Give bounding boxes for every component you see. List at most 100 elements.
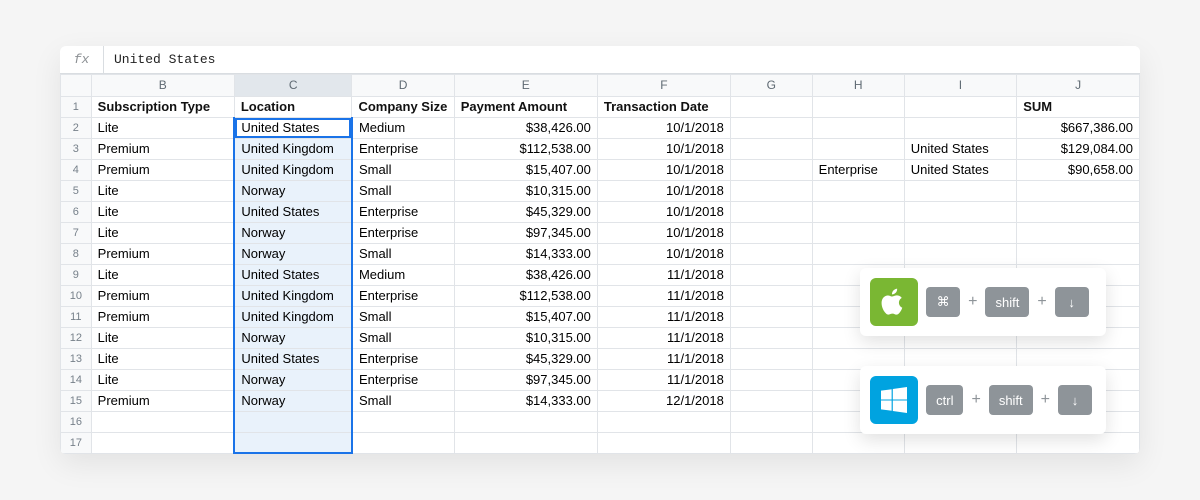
cell[interactable]: Lite — [91, 348, 234, 369]
cell[interactable]: United States — [904, 138, 1017, 159]
cell[interactable] — [812, 138, 904, 159]
cell[interactable]: Norway — [234, 222, 352, 243]
cell[interactable]: Small — [352, 180, 454, 201]
cell[interactable]: Premium — [91, 138, 234, 159]
cell[interactable] — [730, 285, 812, 306]
cell[interactable] — [730, 201, 812, 222]
cell[interactable] — [730, 348, 812, 369]
cell[interactable]: Company Size — [352, 96, 454, 117]
row-header[interactable]: 2 — [61, 117, 92, 138]
cell[interactable]: Premium — [91, 306, 234, 327]
row-header[interactable]: 8 — [61, 243, 92, 264]
col-header-E[interactable]: E — [454, 74, 597, 96]
cell[interactable]: 11/1/2018 — [597, 285, 730, 306]
cell[interactable]: $38,426.00 — [454, 117, 597, 138]
cell[interactable]: Small — [352, 327, 454, 348]
cell[interactable] — [812, 201, 904, 222]
cell[interactable] — [1017, 243, 1140, 264]
cell[interactable]: 11/1/2018 — [597, 306, 730, 327]
cell[interactable] — [812, 432, 904, 453]
cell[interactable]: 11/1/2018 — [597, 264, 730, 285]
cell[interactable]: 11/1/2018 — [597, 327, 730, 348]
cell[interactable]: Small — [352, 306, 454, 327]
cell[interactable] — [904, 243, 1017, 264]
cell[interactable] — [730, 117, 812, 138]
col-header-G[interactable]: G — [730, 74, 812, 96]
cell[interactable]: Medium — [352, 117, 454, 138]
row-header[interactable]: 12 — [61, 327, 92, 348]
cell[interactable]: Norway — [234, 390, 352, 411]
cell[interactable] — [352, 411, 454, 432]
row-header[interactable]: 15 — [61, 390, 92, 411]
cell[interactable]: $15,407.00 — [454, 159, 597, 180]
cell[interactable]: $10,315.00 — [454, 327, 597, 348]
cell[interactable]: Norway — [234, 243, 352, 264]
cell[interactable] — [904, 222, 1017, 243]
cell[interactable] — [1017, 180, 1140, 201]
cell[interactable]: Small — [352, 159, 454, 180]
cell[interactable]: 10/1/2018 — [597, 222, 730, 243]
cell[interactable]: $45,329.00 — [454, 201, 597, 222]
corner-cell[interactable] — [61, 74, 92, 96]
row-header[interactable]: 1 — [61, 96, 92, 117]
cell[interactable] — [730, 390, 812, 411]
cell[interactable] — [904, 201, 1017, 222]
cell[interactable]: Enterprise — [352, 348, 454, 369]
cell[interactable]: United States — [234, 117, 352, 138]
row-header[interactable]: 11 — [61, 306, 92, 327]
col-header-B[interactable]: B — [91, 74, 234, 96]
cell[interactable]: Enterprise — [352, 369, 454, 390]
cell[interactable] — [812, 222, 904, 243]
cell[interactable]: $112,538.00 — [454, 285, 597, 306]
cell[interactable]: Premium — [91, 159, 234, 180]
formula-input[interactable] — [104, 46, 1140, 73]
cell[interactable] — [730, 138, 812, 159]
cell[interactable]: $112,538.00 — [454, 138, 597, 159]
cell[interactable]: Enterprise — [352, 285, 454, 306]
cell[interactable]: Payment Amount — [454, 96, 597, 117]
cell[interactable]: $129,084.00 — [1017, 138, 1140, 159]
cell[interactable]: $14,333.00 — [454, 390, 597, 411]
cell[interactable]: 10/1/2018 — [597, 138, 730, 159]
cell[interactable]: Location — [234, 96, 352, 117]
cell[interactable]: 10/1/2018 — [597, 117, 730, 138]
cell[interactable] — [730, 159, 812, 180]
cell[interactable] — [904, 117, 1017, 138]
cell[interactable]: United Kingdom — [234, 306, 352, 327]
cell[interactable]: Subscription Type — [91, 96, 234, 117]
cell[interactable]: Lite — [91, 117, 234, 138]
cell[interactable]: Lite — [91, 369, 234, 390]
cell[interactable]: 10/1/2018 — [597, 159, 730, 180]
cell[interactable] — [904, 180, 1017, 201]
cell[interactable] — [730, 432, 812, 453]
cell[interactable]: 12/1/2018 — [597, 390, 730, 411]
cell[interactable]: Premium — [91, 243, 234, 264]
cell[interactable]: Enterprise — [352, 222, 454, 243]
row-header[interactable]: 13 — [61, 348, 92, 369]
cell[interactable]: Lite — [91, 222, 234, 243]
cell[interactable]: $45,329.00 — [454, 348, 597, 369]
col-header-C[interactable]: C — [234, 74, 352, 96]
row-header[interactable]: 4 — [61, 159, 92, 180]
cell[interactable] — [904, 432, 1017, 453]
cell[interactable] — [904, 96, 1017, 117]
cell[interactable]: United States — [234, 264, 352, 285]
cell[interactable] — [1017, 201, 1140, 222]
cell[interactable]: 11/1/2018 — [597, 348, 730, 369]
row-header[interactable]: 6 — [61, 201, 92, 222]
row-header[interactable]: 16 — [61, 411, 92, 432]
col-header-D[interactable]: D — [352, 74, 454, 96]
row-header[interactable]: 9 — [61, 264, 92, 285]
cell[interactable]: United States — [234, 201, 352, 222]
cell[interactable] — [352, 432, 454, 453]
cell[interactable]: Norway — [234, 327, 352, 348]
cell[interactable]: $14,333.00 — [454, 243, 597, 264]
cell[interactable] — [730, 222, 812, 243]
cell[interactable]: Premium — [91, 390, 234, 411]
cell[interactable]: $38,426.00 — [454, 264, 597, 285]
cell[interactable] — [730, 306, 812, 327]
cell[interactable]: $97,345.00 — [454, 369, 597, 390]
cell[interactable] — [454, 411, 597, 432]
cell[interactable]: Lite — [91, 327, 234, 348]
cell[interactable]: United Kingdom — [234, 159, 352, 180]
